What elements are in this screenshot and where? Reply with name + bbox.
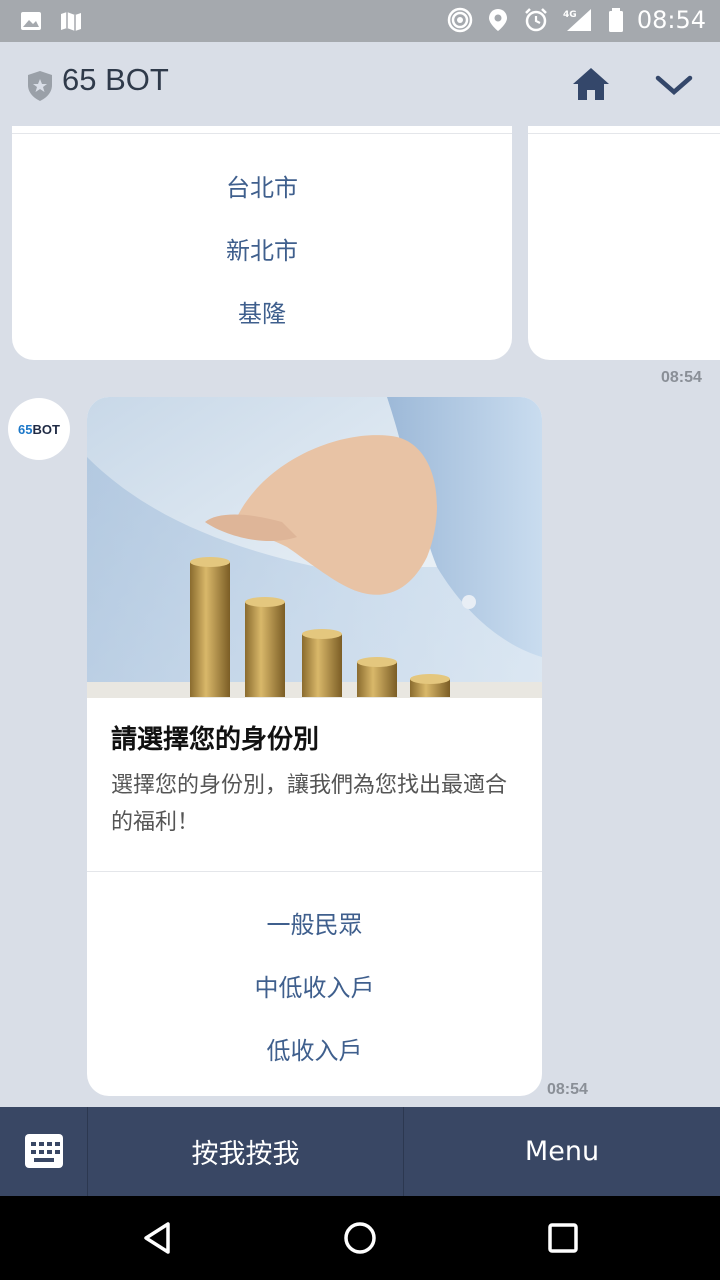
card-description: 選擇您的身份別，讓我們為您找出最適合的福利！ — [111, 773, 508, 835]
avatar-text: BOT — [32, 421, 60, 437]
menu-button[interactable]: Menu — [404, 1107, 720, 1196]
location-icon — [485, 7, 511, 33]
action-general-public[interactable]: 一般民眾 — [87, 905, 542, 940]
chevron-down-icon[interactable] — [654, 70, 694, 100]
identity-card: 請選擇您的身份別 選擇您的身份別，讓我們為您找出最適合的福利！ 一般民眾 中低收… — [87, 397, 542, 1096]
back-icon[interactable] — [138, 1218, 178, 1258]
message-timestamp: 08:54 — [661, 369, 702, 386]
card-divider — [528, 133, 720, 134]
action-new-taipei[interactable]: 新北市 — [12, 231, 512, 266]
status-bar: 4G 08:54 — [0, 0, 720, 42]
chat-area[interactable]: 台北市 新北市 基隆 08:54 65 BOT 請選擇您的身份別 選擇您的身份別… — [0, 126, 720, 1107]
keyboard-button[interactable] — [0, 1107, 88, 1196]
action-taipei[interactable]: 台北市 — [12, 168, 512, 203]
action-keelung[interactable]: 基隆 — [12, 294, 512, 329]
message-timestamp: 08:54 — [547, 1081, 588, 1098]
home-icon[interactable] — [571, 66, 611, 102]
recents-icon[interactable] — [543, 1218, 583, 1258]
card-divider — [12, 133, 512, 134]
signal-icon: 4G — [561, 7, 595, 33]
coins-hero-image — [87, 397, 542, 698]
carousel-card-location: 台北市 新北市 基隆 — [12, 126, 512, 360]
hotspot-icon — [447, 7, 473, 33]
carousel-card-next[interactable] — [528, 126, 720, 360]
bot-avatar[interactable]: 65 BOT — [8, 398, 70, 460]
card-divider — [87, 871, 542, 872]
svg-text:4G: 4G — [563, 10, 577, 20]
rich-menu-bar: 按我按我 Menu — [0, 1107, 720, 1196]
map-icon — [58, 8, 84, 34]
chat-title: 65 BOT — [62, 62, 169, 97]
avatar-number: 65 — [18, 421, 33, 437]
action-low-income[interactable]: 低收入戶 — [87, 1031, 542, 1066]
press-me-button[interactable]: 按我按我 — [88, 1107, 403, 1196]
navigation-bar — [0, 1196, 720, 1280]
shield-icon — [28, 71, 52, 101]
status-time: 08:54 — [636, 6, 706, 34]
home-nav-icon[interactable] — [340, 1218, 380, 1258]
chat-header: 65 BOT — [0, 42, 720, 126]
alarm-icon — [523, 7, 549, 33]
image-icon — [18, 8, 44, 34]
keyboard-icon — [25, 1134, 63, 1168]
battery-icon — [607, 7, 625, 33]
action-middle-low-income[interactable]: 中低收入戶 — [87, 968, 542, 1003]
card-title: 請選擇您的身份別 — [111, 725, 320, 755]
